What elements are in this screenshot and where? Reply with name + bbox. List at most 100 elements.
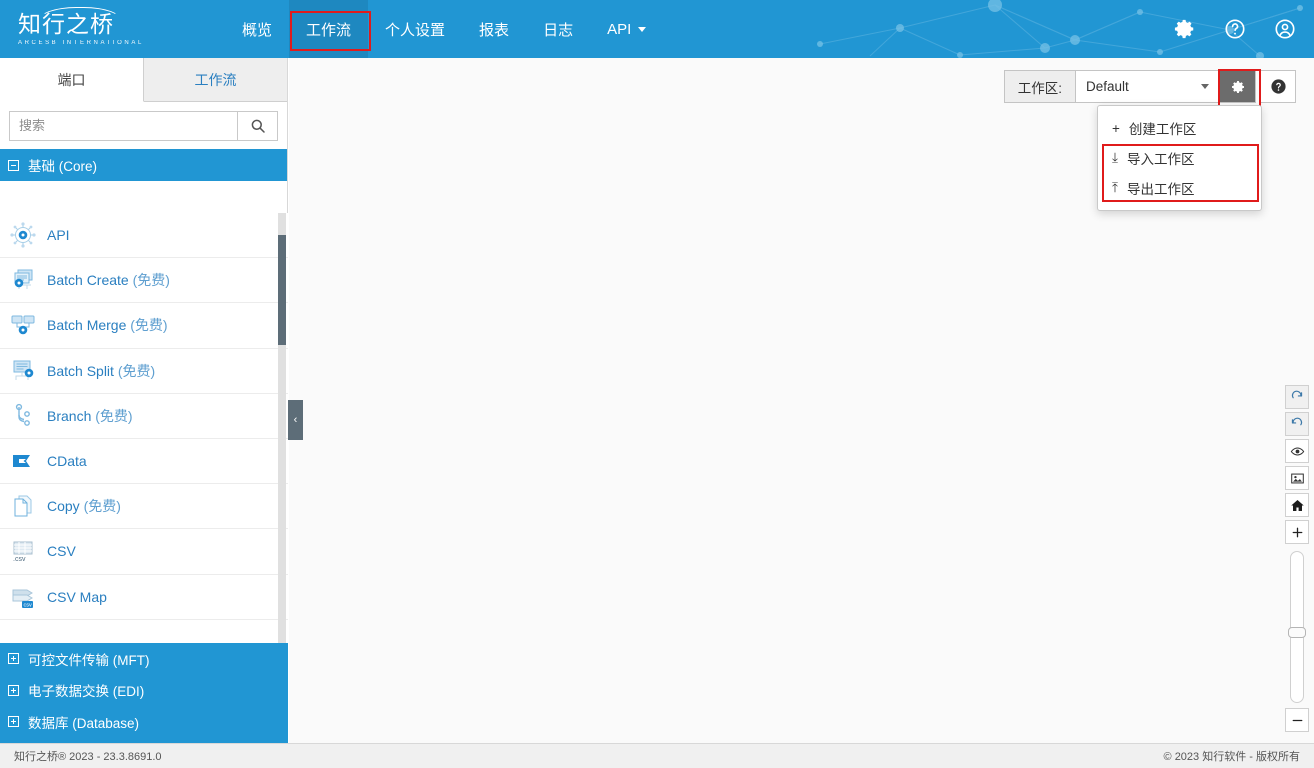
expand-plus-icon <box>8 684 19 696</box>
expand-plus-icon <box>8 653 19 665</box>
search-button[interactable] <box>237 111 277 140</box>
eye-icon <box>1290 446 1304 456</box>
snapshot-button[interactable] <box>1285 466 1309 490</box>
chevron-down-icon <box>1201 84 1209 89</box>
connector-name: Batch Split <box>47 362 114 379</box>
search-icon <box>251 119 265 133</box>
undo-button[interactable] <box>1285 412 1309 436</box>
footer: 知行之桥® 2023 - 23.3.8691.0 © 2023 知行软件 - 版… <box>0 743 1314 768</box>
connector-name: Batch Create <box>47 272 129 289</box>
help-icon <box>1270 79 1286 94</box>
list-item[interactable]: Batch Create (免费) <box>0 258 288 304</box>
sidebar-scrollbar-track[interactable] <box>278 213 286 643</box>
workspace-help-button[interactable] <box>1260 70 1296 103</box>
zoom-slider[interactable] <box>1288 551 1306 703</box>
connector-name: CSV Map <box>47 588 107 605</box>
list-item[interactable]: Copy (免费) <box>0 484 288 530</box>
csv-map-icon: csv <box>12 589 33 608</box>
nav-item-reports[interactable]: 报表 <box>462 0 526 58</box>
list-item[interactable]: CData <box>0 438 288 485</box>
list-item-label: API <box>47 227 70 243</box>
nav-label: 个人设置 <box>385 21 446 39</box>
menu-item-export-workspace[interactable]: ⤒ 导出工作区 <box>1098 173 1261 203</box>
csv-icon: .csv <box>13 541 33 563</box>
api-icon <box>10 222 36 248</box>
zoom-in-button[interactable] <box>1285 520 1309 544</box>
list-item[interactable]: API <box>0 213 288 259</box>
branch-icon <box>15 403 30 426</box>
collapse-minus-icon <box>8 159 19 171</box>
plus-icon: + <box>1112 120 1120 136</box>
chevron-left-icon: ‹ <box>293 414 298 426</box>
redo-button[interactable] <box>1285 385 1309 409</box>
menu-item-import-workspace[interactable]: ⤓ 导入工作区 <box>1098 143 1261 173</box>
list-item[interactable]: Batch Merge (免费) <box>0 303 288 349</box>
workspace-bar: 工作区: Default <box>1003 69 1296 108</box>
connector-name: CSV <box>47 543 76 560</box>
nav-label: API <box>607 20 632 38</box>
account-icon[interactable] <box>1274 18 1296 40</box>
export-icon: ⤒ <box>1112 180 1118 195</box>
home-button[interactable] <box>1285 493 1309 517</box>
home-icon <box>1290 499 1304 511</box>
copy-icon <box>14 495 32 517</box>
tab-ports[interactable]: 端口 <box>0 58 144 102</box>
list-item[interactable]: Batch Split (免费) <box>0 348 288 394</box>
list-item[interactable]: csv CSV Map <box>0 574 288 620</box>
visibility-button[interactable] <box>1285 439 1309 463</box>
plus-icon <box>1292 527 1302 537</box>
search-input[interactable] <box>10 111 237 140</box>
nav-label: 概览 <box>242 21 273 39</box>
menu-item-label: 导出工作区 <box>1126 182 1195 197</box>
gear-icon[interactable] <box>1174 18 1196 40</box>
redo-icon <box>1291 390 1303 399</box>
list-item-label: Batch Split (免费) <box>47 361 155 381</box>
workspace-select[interactable]: Default <box>1076 71 1219 102</box>
tab-workflows[interactable]: 工作流 <box>144 58 287 101</box>
footer-copyright: © 2023 知行软件 - 版权所有 <box>1163 751 1300 763</box>
list-item-label: Batch Merge (免费) <box>47 315 168 335</box>
sidebar-scrollbar-thumb[interactable] <box>278 235 286 345</box>
image-icon <box>1290 473 1304 483</box>
top-header: 知行之桥 ARCESB INTERNATIONAL 概览 工作流 个人设置 报表… <box>0 0 1314 58</box>
list-item-label: Branch (免费) <box>47 406 133 426</box>
zoom-slider-thumb[interactable] <box>1288 627 1306 638</box>
menu-item-create-workspace[interactable]: + 创建工作区 <box>1098 113 1261 143</box>
connector-suffix: (免费) <box>128 272 170 289</box>
sidebar-category-core[interactable]: 基础 (Core) <box>0 149 287 181</box>
batch-split-icon <box>13 360 34 380</box>
nav-item-personal-settings[interactable]: 个人设置 <box>368 0 462 58</box>
search-area <box>0 102 287 149</box>
main-nav: 概览 工作流 个人设置 报表 日志 API <box>225 0 663 58</box>
logo[interactable]: 知行之桥 ARCESB INTERNATIONAL <box>18 5 141 53</box>
connector-suffix: (免费) <box>91 407 133 424</box>
nav-item-workflow[interactable]: 工作流 <box>289 0 372 58</box>
connector-suffix: (免费) <box>126 317 168 334</box>
connector-name: Batch Merge <box>47 317 127 334</box>
undo-icon <box>1291 417 1303 426</box>
connector-list: API Batch Create (免费) Batch Merge (免费) B… <box>0 213 288 643</box>
connector-name: API <box>47 227 70 244</box>
nav-item-overview[interactable]: 概览 <box>225 0 289 58</box>
sidebar-category-database[interactable]: 数据库 (Database) <box>0 706 288 738</box>
menu-item-label: 导入工作区 <box>1126 152 1195 167</box>
menu-item-label: 创建工作区 <box>1128 122 1197 137</box>
list-item-label: CSV <box>47 543 76 559</box>
nav-item-logs[interactable]: 日志 <box>526 0 590 58</box>
app-root: 知行之桥 ARCESB INTERNATIONAL 概览 工作流 个人设置 报表… <box>0 0 1314 768</box>
category-label: 数据库 (Database) <box>28 715 140 731</box>
list-item[interactable]: .csv CSV <box>0 529 288 575</box>
header-icon-group <box>1174 0 1296 58</box>
workflow-canvas[interactable]: 工作区: Default + 创建工作区 ⤓ 导入工作区 ⤒ 导出工作区 <box>289 58 1314 743</box>
sidebar-collapse-toggle[interactable]: ‹ <box>288 400 303 440</box>
sidebar-category-edi[interactable]: 电子数据交换 (EDI) <box>0 674 288 706</box>
zoom-out-button[interactable] <box>1285 708 1309 732</box>
list-item-label: CData <box>47 453 87 469</box>
nav-item-api[interactable]: API <box>590 0 663 58</box>
workspace-settings-button[interactable] <box>1218 69 1261 108</box>
help-icon[interactable] <box>1224 18 1246 40</box>
sidebar-category-mft[interactable]: 可控文件传输 (MFT) <box>0 643 288 675</box>
connector-suffix: (免费) <box>113 362 156 379</box>
canvas-toolbar <box>1285 385 1309 735</box>
list-item[interactable]: Branch (免费) <box>0 393 288 439</box>
